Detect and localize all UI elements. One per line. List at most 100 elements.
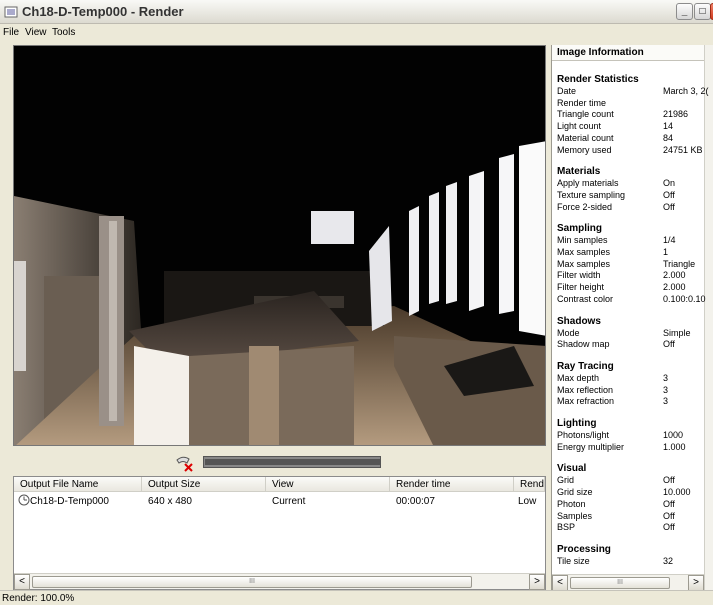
info-row-value: 2.000	[663, 282, 686, 293]
window-title: Ch18-D-Temp000 - Render	[22, 4, 184, 19]
info-row-label: Tile size	[557, 555, 590, 566]
menu-view[interactable]: View	[25, 27, 47, 38]
info-section-title: Render Statistics	[557, 74, 639, 85]
output-file-list: Output File Name Output Size View Render…	[13, 476, 546, 590]
info-section-title: Materials	[557, 166, 601, 178]
progress-area	[13, 446, 546, 476]
maximize-button[interactable]: □	[694, 3, 711, 20]
info-scroll-right-icon[interactable]: >	[688, 575, 704, 590]
column-render[interactable]: Render	[514, 477, 545, 492]
app-icon	[4, 6, 18, 18]
render-progress-bar	[203, 456, 381, 468]
minimize-icon: _	[681, 6, 688, 17]
info-row-label: Date	[557, 86, 577, 96]
image-information-panel: Image Information < III > Render Statist…	[551, 45, 713, 590]
info-row-value: 2.000	[663, 270, 686, 281]
info-row-label: Photon	[557, 498, 586, 509]
info-row-value: Simple	[663, 327, 691, 338]
menu-bar: File View Tools	[0, 24, 713, 42]
image-information-header: Image Information	[552, 45, 713, 61]
info-row-value: Off	[663, 510, 675, 521]
info-row-label: Max reflection	[557, 384, 614, 395]
info-row-value: March 3, 2(	[663, 86, 709, 96]
info-row-value: Off	[663, 201, 675, 212]
column-output-size[interactable]: Output Size	[142, 477, 266, 492]
info-row-value: 14	[663, 121, 674, 132]
info-row-label: Mode	[557, 327, 580, 338]
info-row-label: Contrast color	[557, 293, 614, 304]
info-row-label: Shadow map	[557, 339, 610, 350]
info-row-value: 0.100:0.10	[663, 293, 706, 304]
info-row-label: Max samples	[557, 258, 611, 269]
progress-cancel-icon[interactable]	[175, 454, 195, 472]
info-row-value: 84	[663, 132, 674, 143]
scrollbar-thumb[interactable]: III	[32, 576, 472, 588]
status-text: Render: 100.0%	[2, 593, 75, 604]
maximize-icon: □	[699, 6, 706, 17]
info-row-label: Filter width	[557, 270, 601, 281]
status-bar: Render: 100.0%	[0, 590, 713, 605]
column-view[interactable]: View	[266, 477, 390, 492]
info-row-value: Off	[663, 339, 675, 350]
row-render-quality: Low	[518, 496, 537, 507]
output-list-horizontal-scrollbar[interactable]: < III >	[14, 573, 545, 590]
info-row-label: Max refraction	[557, 396, 615, 407]
minimize-button[interactable]: _	[676, 3, 693, 20]
info-section-title: Processing	[557, 543, 611, 555]
info-row-label: Energy multiplier	[557, 441, 625, 452]
info-row-label: Force 2-sided	[557, 201, 613, 212]
info-row-value: Off	[663, 189, 675, 200]
row-view: Current	[272, 496, 306, 507]
info-row-value: Off	[663, 522, 675, 533]
info-row-value: On	[663, 178, 676, 189]
column-render-time[interactable]: Render time	[390, 477, 514, 492]
info-row-value: 3	[663, 396, 669, 407]
info-row-label: Filter height	[557, 282, 605, 293]
info-row-label: Grid size	[557, 487, 593, 498]
menu-file[interactable]: File	[3, 27, 19, 38]
info-row-value: 3	[663, 372, 669, 383]
info-row-label: Samples	[557, 510, 593, 521]
column-output-file-name[interactable]: Output File Name	[14, 477, 142, 492]
menu-tools[interactable]: Tools	[52, 27, 75, 38]
info-row-label: Triangle count	[557, 109, 614, 120]
info-row-label: Render time	[557, 97, 607, 108]
info-section-title: Ray Tracing	[557, 360, 614, 372]
info-row-label: Light count	[557, 121, 602, 132]
scroll-right-icon[interactable]: >	[529, 574, 545, 590]
info-section-title: Lighting	[557, 418, 597, 429]
info-row-label: Photons/light	[557, 430, 610, 440]
render-file-icon	[18, 494, 30, 506]
info-row-value: 10.000	[663, 487, 691, 498]
info-row-value: 1.000	[663, 441, 686, 452]
info-scrollbar-thumb[interactable]: III	[570, 577, 670, 589]
info-row-value: Off	[663, 475, 675, 486]
info-row-value: 24751 KB	[663, 144, 703, 155]
info-row-label: Texture sampling	[557, 189, 626, 200]
info-scroll-left-icon[interactable]: <	[552, 575, 568, 590]
info-row-label: Min samples	[557, 235, 608, 246]
info-row-value: 32	[663, 555, 674, 566]
info-row-label: Grid	[557, 475, 575, 486]
info-row-label: Memory used	[557, 144, 612, 155]
info-panel-horizontal-scrollbar[interactable]: < III >	[552, 574, 704, 590]
info-row-value: 1	[663, 247, 669, 257]
info-row-value: 21986	[663, 109, 689, 120]
row-file-name: Ch18-D-Temp000	[30, 496, 109, 507]
info-section-title: Shadows	[557, 315, 601, 327]
info-panel-vertical-scrollbar[interactable]	[704, 45, 713, 590]
info-row-label: BSP	[557, 522, 576, 533]
row-render-time: 00:00:07	[396, 496, 435, 507]
row-output-size: 640 x 480	[148, 496, 192, 507]
info-section-title: Visual	[557, 463, 587, 475]
info-section-title: Sampling	[557, 223, 603, 235]
info-row-label: Max samples	[557, 247, 611, 257]
info-row-value: Triangle	[663, 258, 696, 269]
info-row-label: Max depth	[557, 372, 600, 383]
render-viewport[interactable]	[13, 45, 546, 446]
info-row-value: 1000	[663, 430, 684, 440]
info-row-label: Apply materials	[557, 178, 619, 189]
scroll-left-icon[interactable]: <	[14, 574, 30, 590]
info-row-value: 3	[663, 384, 669, 395]
title-bar: Ch18-D-Temp000 - Render _ □ ×	[0, 0, 713, 24]
